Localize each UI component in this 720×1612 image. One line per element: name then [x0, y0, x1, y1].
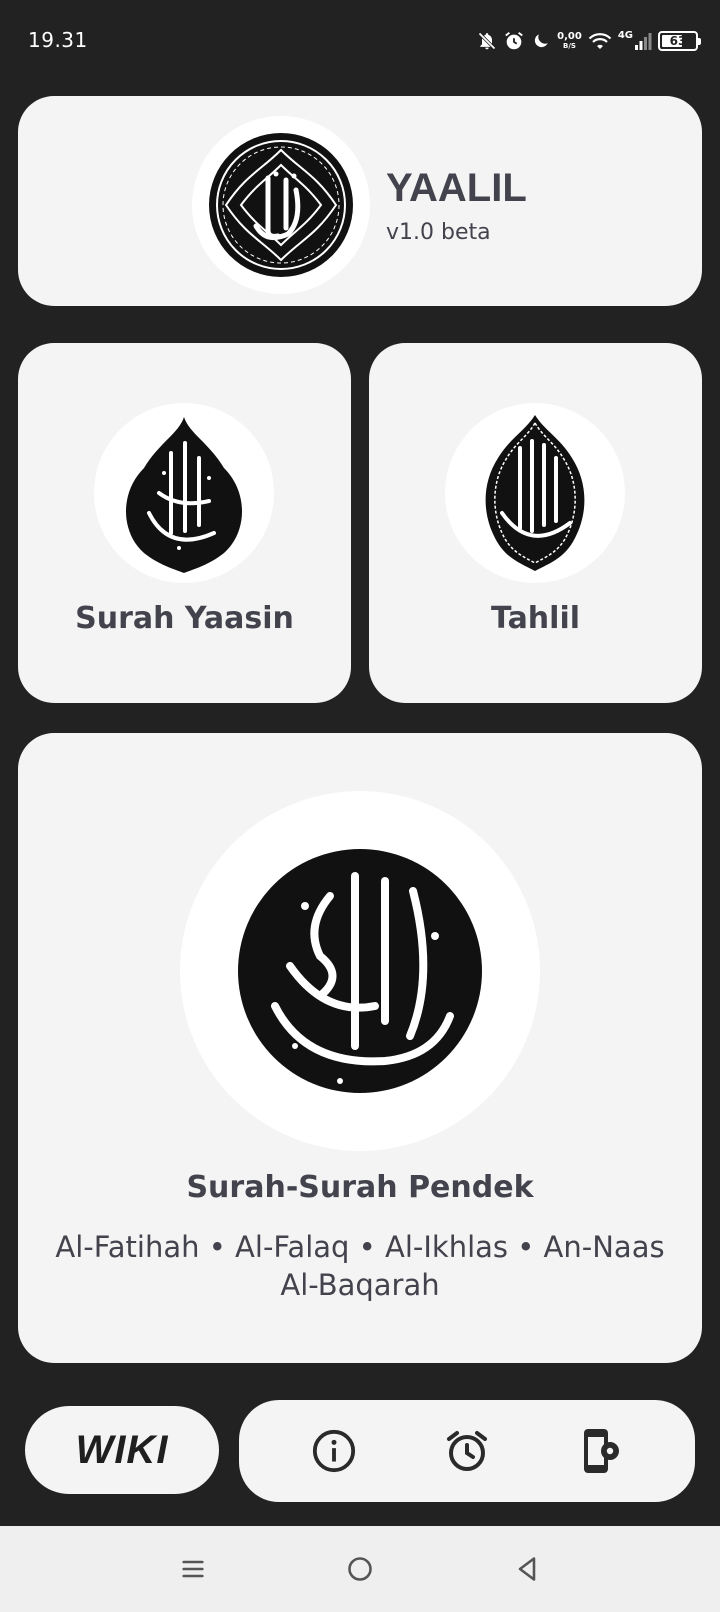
network-type: 4G	[617, 30, 633, 41]
back-icon	[518, 1557, 535, 1581]
header-card: YAALIL v1.0 beta	[18, 96, 702, 306]
home-button[interactable]	[330, 1539, 390, 1599]
home-icon	[348, 1557, 372, 1581]
surah-pendek-card[interactable]: Surah-Surah Pendek Al-Fatihah • Al-Falaq…	[18, 733, 702, 1363]
wiki-button[interactable]: WIKI	[25, 1406, 219, 1494]
system-nav-bar	[0, 1526, 720, 1612]
app-settings-icon	[584, 1429, 620, 1473]
surah-yaasin-card[interactable]: Surah Yaasin	[18, 343, 351, 703]
wifi-icon	[588, 31, 612, 51]
calligraphy-teardrop-icon	[125, 417, 243, 573]
calligraphy-round-icon	[238, 849, 482, 1093]
info-icon	[312, 1429, 355, 1473]
net-speed-value: 0,00	[557, 30, 582, 42]
bottom-toolbar	[239, 1400, 695, 1502]
yaasin-image	[94, 403, 274, 583]
net-speed: 0,00 B/S	[557, 30, 582, 51]
battery-level: 63	[669, 34, 687, 48]
status-bar: 19.31 0,00 B/S 4G 63	[0, 0, 720, 84]
app-version: v1.0 beta	[386, 220, 491, 245]
pendek-image	[180, 791, 540, 1151]
surah-pendek-title: Surah-Surah Pendek	[186, 1170, 534, 1205]
tahlil-title: Tahlil	[490, 601, 581, 636]
bell-off-icon	[477, 31, 497, 51]
surah-list-line: Al-Baqarah	[280, 1268, 440, 1302]
info-button[interactable]	[304, 1421, 364, 1481]
signal-group: 4G	[618, 31, 652, 51]
status-time: 19.31	[28, 28, 88, 52]
calligraphy-ornate-icon	[485, 415, 585, 571]
surah-list-line: Al-Fatihah • Al-Falaq • Al-Ikhlas • An-N…	[55, 1230, 665, 1264]
alarm-icon	[503, 30, 525, 52]
recents-button[interactable]	[163, 1539, 223, 1599]
back-button[interactable]	[497, 1539, 557, 1599]
tahlil-image	[445, 403, 625, 583]
menu-icon	[182, 1560, 204, 1578]
app-name: YAALIL	[386, 166, 527, 210]
surah-yaasin-title: Surah Yaasin	[75, 601, 294, 636]
battery-icon: 63	[658, 31, 701, 51]
app-settings-button[interactable]	[570, 1421, 630, 1481]
status-icons: 0,00 B/S 4G 63	[477, 24, 701, 58]
tahlil-card[interactable]: Tahlil	[369, 343, 702, 703]
signal-icon	[635, 33, 652, 50]
surah-pendek-list: Al-Fatihah • Al-Falaq • Al-Ikhlas • An-N…	[38, 1228, 682, 1304]
moon-icon	[531, 31, 551, 51]
alarm-clock-icon	[446, 1431, 487, 1471]
calligraphy-logo-icon	[209, 133, 353, 277]
app-logo	[192, 116, 370, 294]
alarm-button[interactable]	[437, 1421, 497, 1481]
net-speed-unit: B/S	[563, 41, 576, 50]
